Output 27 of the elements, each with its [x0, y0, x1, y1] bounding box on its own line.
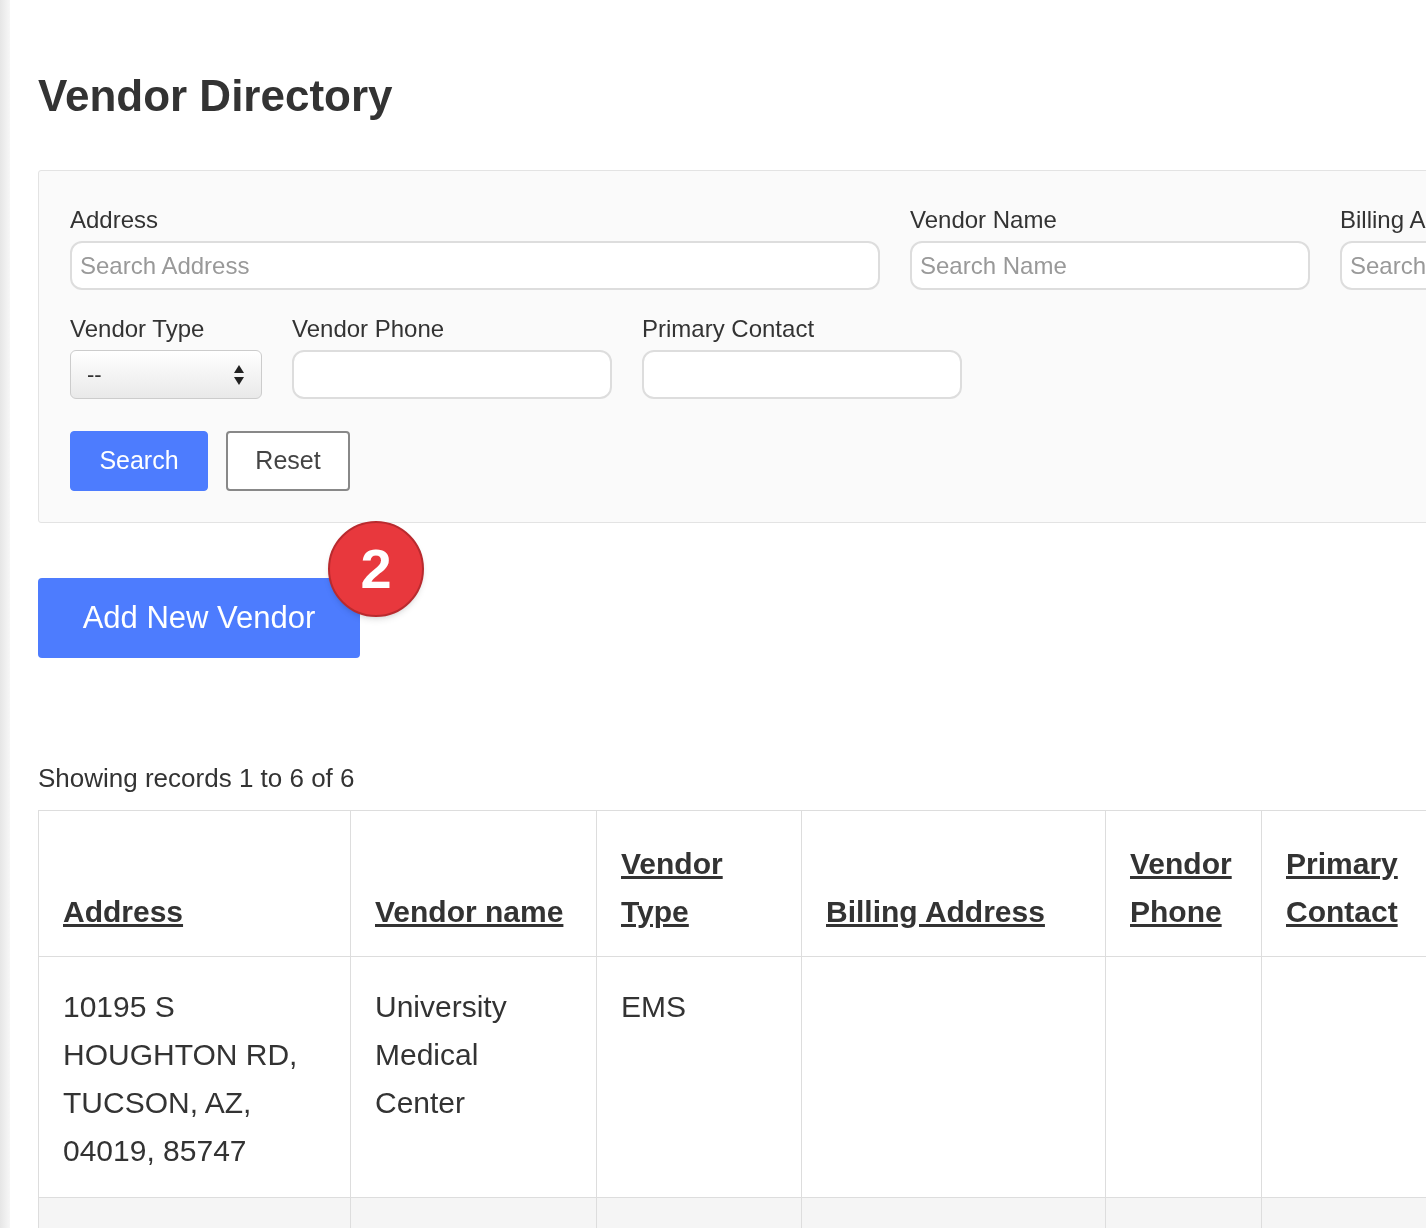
input-field[interactable]: Search Name	[910, 241, 1310, 290]
input-field[interactable]	[642, 350, 962, 399]
count-badge: 2	[328, 521, 424, 617]
column-header[interactable]: Vendor Phone	[1105, 810, 1262, 957]
page-title: Vendor Directory	[38, 70, 394, 122]
records-summary: Showing records 1 to 6 of 6	[38, 762, 356, 795]
table-cell: 10195 S HOUGHTON RD, TUCSON, AZ, 04019, 85747	[38, 956, 351, 1198]
table-cell: EMS	[596, 956, 802, 1198]
field-label: Vendor Name	[910, 205, 1058, 235]
field-label: Billing A	[1340, 205, 1426, 235]
field-label: Vendor Phone	[292, 314, 446, 344]
column-header[interactable]: Billing Address	[801, 810, 1106, 957]
column-header[interactable]: Address	[38, 810, 351, 957]
field-label: Primary Contact	[642, 314, 816, 344]
reset-button[interactable]: Reset	[226, 431, 350, 491]
column-header[interactable]: Vendor Type	[596, 810, 802, 957]
table-cell: University Medical Center	[350, 956, 597, 1198]
input-field[interactable]: Search Address	[70, 241, 880, 290]
column-header[interactable]: Vendor name	[350, 810, 597, 957]
field-label: Address	[70, 205, 160, 235]
search-button[interactable]: Search	[70, 431, 208, 491]
vendor-type-select[interactable]: --	[70, 350, 262, 399]
field-label: Vendor Type	[70, 314, 206, 344]
input-field[interactable]: Search	[1340, 241, 1426, 290]
input-field[interactable]	[292, 350, 612, 399]
add-vendor-button[interactable]: Add New Vendor	[38, 578, 360, 658]
column-header[interactable]: Primary Contact	[1261, 810, 1426, 957]
